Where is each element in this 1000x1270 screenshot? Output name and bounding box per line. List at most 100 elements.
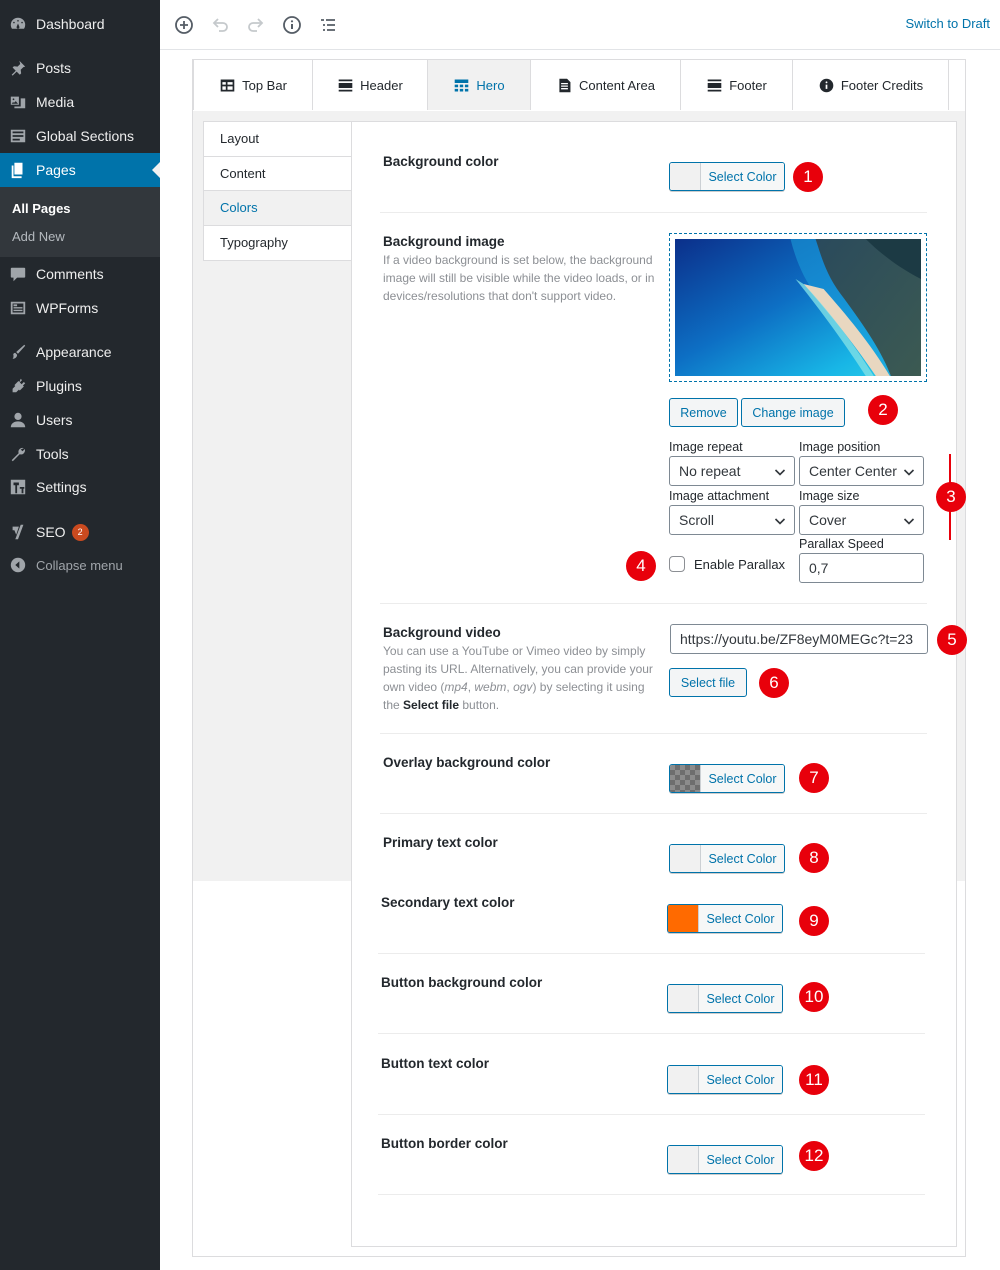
parallax-speed-input[interactable]: 0,7 — [799, 553, 924, 583]
header-icon — [337, 76, 355, 94]
sidebar-item-pages[interactable]: Pages — [0, 153, 160, 187]
sidebar-item-label: Global Sections — [36, 128, 135, 144]
secondary-text-color-picker[interactable]: Select Color — [667, 904, 783, 933]
subtab-typography[interactable]: Typography — [204, 225, 351, 260]
overlay-color-picker[interactable]: Select Color — [669, 764, 785, 793]
document-icon — [556, 76, 574, 94]
video-url-input[interactable]: https://youtu.be/ZF8eyM0MEGc?t=23 — [670, 624, 928, 654]
tab-footer[interactable]: Footer — [681, 60, 793, 110]
callout-marker: 8 — [799, 843, 829, 873]
subtab-content[interactable]: Content — [204, 156, 351, 191]
submenu-add-new[interactable]: Add New — [12, 229, 65, 244]
notification-badge: 2 — [71, 523, 89, 541]
pin-icon — [8, 58, 28, 78]
image-attachment-label: Image attachment — [669, 489, 770, 503]
info-icon — [818, 76, 836, 94]
tab-footer-credits[interactable]: Footer Credits — [793, 60, 949, 110]
image-attachment-select[interactable]: Scroll — [669, 505, 795, 535]
tab-header[interactable]: Header — [313, 60, 428, 110]
editor-toolbar: Switch to Draft — [160, 0, 1000, 50]
background-color-title: Background color — [383, 154, 499, 169]
beach-image — [675, 239, 921, 376]
button-border-color-picker[interactable]: Select Color — [667, 1145, 783, 1174]
sidebar-item-settings[interactable]: Settings — [0, 470, 160, 504]
color-swatch — [668, 1066, 699, 1093]
divider — [380, 212, 927, 213]
background-video-title: Background video — [383, 625, 501, 640]
change-image-button[interactable]: Change image — [741, 398, 845, 427]
callout-marker: 7 — [799, 763, 829, 793]
redo-icon[interactable] — [244, 13, 268, 37]
collapse-menu-button[interactable]: Collapse menu — [0, 548, 160, 582]
callout-marker: 1 — [793, 162, 823, 192]
tab-label: Hero — [476, 77, 505, 93]
remove-image-button[interactable]: Remove — [669, 398, 738, 427]
undo-icon[interactable] — [208, 13, 232, 37]
sidebar-item-plugins[interactable]: Plugins — [0, 369, 160, 403]
image-position-select[interactable]: Center Center — [799, 456, 924, 486]
overlay-color-title: Overlay background color — [383, 755, 551, 770]
sidebar-item-appearance[interactable]: Appearance — [0, 335, 160, 369]
collapse-icon — [8, 555, 28, 575]
select-value: Center Center — [809, 463, 897, 479]
media-icon — [8, 92, 28, 112]
user-icon — [8, 410, 28, 430]
callout-marker: 10 — [799, 982, 829, 1012]
button-background-color-picker[interactable]: Select Color — [667, 984, 783, 1013]
sidebar-item-media[interactable]: Media — [0, 85, 160, 119]
sidebar-item-comments[interactable]: Comments — [0, 257, 160, 291]
switch-to-draft-link[interactable]: Switch to Draft — [905, 16, 990, 31]
chevron-down-icon — [774, 518, 786, 525]
color-swatch — [670, 163, 701, 190]
color-swatch — [670, 765, 701, 792]
divider — [380, 813, 927, 814]
color-swatch — [668, 985, 699, 1012]
sidebar-item-label: WPForms — [36, 300, 99, 316]
sidebar-item-label: Plugins — [36, 378, 82, 394]
sidebar-item-label: Pages — [36, 162, 76, 178]
button-text-color-picker[interactable]: Select Color — [667, 1065, 783, 1094]
image-size-select[interactable]: Cover — [799, 505, 924, 535]
callout-marker: 9 — [799, 906, 829, 936]
enable-parallax-checkbox[interactable] — [669, 556, 685, 572]
sidebar-item-wpforms[interactable]: WPForms — [0, 291, 160, 325]
outline-icon[interactable] — [316, 13, 340, 37]
sidebar-item-users[interactable]: Users — [0, 403, 160, 437]
submenu-all-pages[interactable]: All Pages — [12, 201, 71, 216]
select-color-label: Select Color — [699, 985, 782, 1012]
callout-marker: 3 — [936, 482, 966, 512]
sidebar-item-global-sections[interactable]: Global Sections — [0, 119, 160, 153]
table-icon — [219, 76, 237, 94]
tab-content-area[interactable]: Content Area — [531, 60, 681, 110]
divider — [378, 1033, 925, 1034]
background-image-preview[interactable] — [669, 233, 927, 382]
sidebar-item-seo[interactable]: SEO 2 — [0, 515, 160, 549]
subtab-colors[interactable]: Colors — [204, 191, 351, 226]
select-value: Scroll — [679, 512, 715, 528]
sidebar-item-label: Media — [36, 94, 75, 110]
sidebar-item-posts[interactable]: Posts — [0, 51, 160, 85]
info-icon[interactable] — [280, 13, 304, 37]
divider — [378, 953, 925, 954]
sidebar-item-label: Tools — [36, 446, 69, 462]
tab-label: Content Area — [579, 77, 655, 93]
sections-icon — [8, 126, 28, 146]
select-color-label: Select Color — [699, 905, 782, 932]
primary-text-color-title: Primary text color — [383, 835, 498, 850]
background-color-picker[interactable]: Select Color — [669, 162, 785, 191]
select-file-button[interactable]: Select file — [669, 668, 747, 697]
sidebar-item-dashboard[interactable]: Dashboard — [0, 7, 160, 41]
image-size-label: Image size — [799, 489, 860, 503]
tab-top-bar[interactable]: Top Bar — [193, 60, 313, 110]
sidebar-item-tools[interactable]: Tools — [0, 437, 160, 471]
button-border-color-title: Button border color — [381, 1136, 508, 1151]
primary-text-color-picker[interactable]: Select Color — [669, 844, 785, 873]
collapse-label: Collapse menu — [36, 557, 123, 573]
add-block-icon[interactable] — [172, 13, 196, 37]
dashboard-icon — [8, 14, 28, 34]
tab-hero[interactable]: Hero — [428, 60, 531, 110]
subtab-layout[interactable]: Layout — [204, 122, 351, 157]
image-repeat-select[interactable]: No repeat — [669, 456, 795, 486]
divider — [380, 733, 927, 734]
comment-icon — [8, 264, 28, 284]
